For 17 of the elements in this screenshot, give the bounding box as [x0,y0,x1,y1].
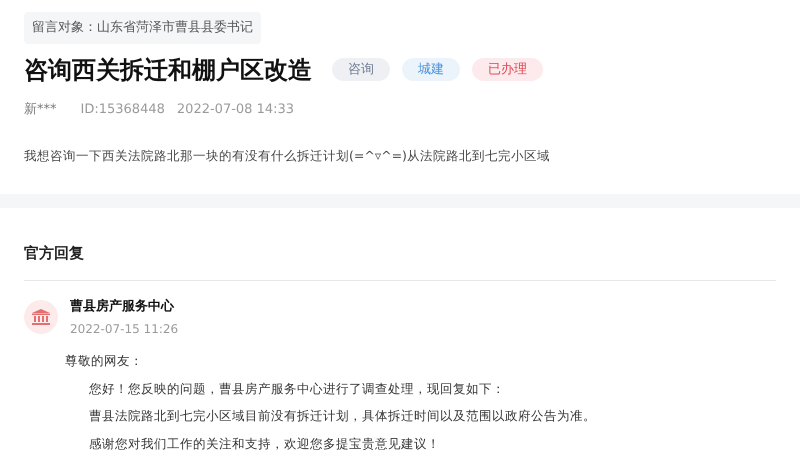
reply-paragraph: 您好！您反映的问题，曹县房产服务中心进行了调查处理，现回复如下： [89,380,506,398]
category-tag: 咨询 [332,58,390,82]
responder-name: 曹县房产服务中心 [70,298,176,316]
recipient-label: 留言对象：山东省菏泽市曹县县委书记 [24,12,261,44]
post-time: 2022-07-08 14:33 [176,100,294,118]
reply-paragraph: 感谢您对我们工作的关注和支持，欢迎您多提宝贵意见建议！ [89,435,441,453]
reply-paragraph: 曹县法院路北到七完小区域目前没有拆迁计划，具体拆迁时间以及范围以政府公告为准。 [89,407,597,426]
author-name: 新*** [24,100,56,118]
reply-greeting: 尊敬的网友： [65,352,144,370]
reply-time: 2022-07-15 11:26 [70,320,178,338]
question-text: 我想咨询一下西关法院路北那一块的有没有什么拆迁计划(=^▿^=)从法院路北到七完小区域 [24,147,551,165]
post-title: 咨询西关拆迁和棚户区改造 [24,54,312,86]
post-id: ID:15368448 [80,100,165,118]
category-tag: 城建 [402,58,460,82]
category-tag: 已办理 [472,58,543,82]
building-avatar-icon [24,300,58,334]
section-heading: 官方回复 [24,242,85,264]
